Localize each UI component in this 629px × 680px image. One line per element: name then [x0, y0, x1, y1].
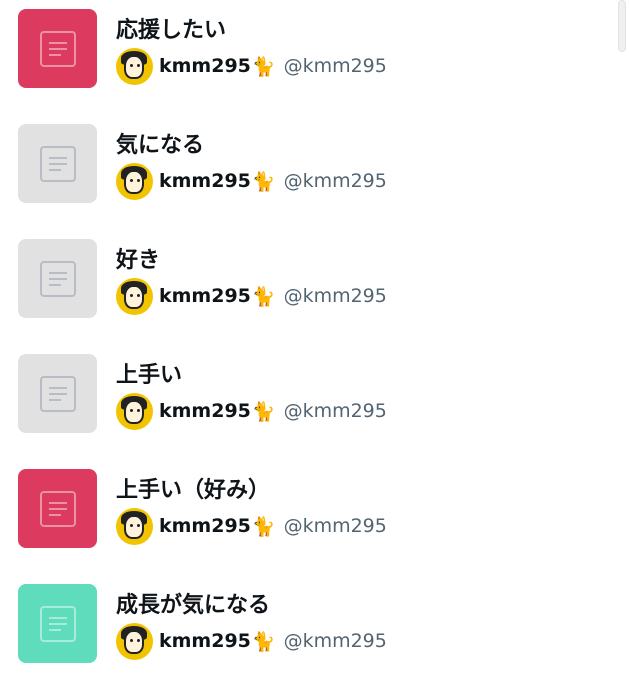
document-icon — [39, 490, 76, 527]
list-thumbnail[interactable] — [18, 354, 97, 433]
list-item[interactable]: 上手い（好み） kmm295 🐈 @kmm295 — [0, 460, 610, 560]
owner-display-name: kmm295 — [159, 630, 251, 652]
list-thumbnail[interactable] — [18, 124, 97, 203]
document-icon — [39, 145, 76, 182]
owner-display-name: kmm295 — [159, 170, 251, 192]
owner-display-name: kmm295 — [159, 400, 251, 422]
cat-emoji-icon: 🐈 — [251, 55, 276, 78]
list-owner[interactable]: kmm295 🐈 @kmm295 — [116, 277, 387, 315]
list-title[interactable]: 成長が気になる — [116, 587, 270, 619]
owner-display-name: kmm295 — [159, 55, 251, 77]
list-thumbnail[interactable] — [18, 9, 97, 88]
scrollbar[interactable] — [618, 0, 626, 52]
list-title[interactable]: 上手い — [116, 357, 182, 389]
cat-emoji-icon: 🐈 — [251, 285, 276, 308]
list-owner[interactable]: kmm295 🐈 @kmm295 — [116, 622, 387, 660]
document-icon — [39, 30, 76, 67]
list-thumbnail[interactable] — [18, 239, 97, 318]
list-title[interactable]: 気になる — [116, 127, 204, 159]
list-item[interactable]: 上手い kmm295 🐈 @kmm295 — [0, 345, 610, 445]
avatar[interactable] — [116, 507, 153, 545]
document-icon — [39, 605, 76, 642]
list-owner[interactable]: kmm295 🐈 @kmm295 — [116, 47, 387, 85]
list-title[interactable]: 上手い（好み） — [116, 472, 270, 504]
cat-emoji-icon: 🐈 — [251, 515, 276, 538]
owner-handle: @kmm295 — [283, 400, 387, 422]
cat-emoji-icon: 🐈 — [251, 400, 276, 423]
cat-emoji-icon: 🐈 — [251, 170, 276, 193]
owner-handle: @kmm295 — [283, 285, 387, 307]
list-owner[interactable]: kmm295 🐈 @kmm295 — [116, 162, 387, 200]
owner-display-name: kmm295 — [159, 515, 251, 537]
list-item[interactable]: 成長が気になる kmm295 🐈 @kmm295 — [0, 575, 610, 675]
list-owner[interactable]: kmm295 🐈 @kmm295 — [116, 392, 387, 430]
avatar[interactable] — [116, 162, 153, 200]
list-item[interactable]: 好き kmm295 🐈 @kmm295 — [0, 230, 610, 330]
list-thumbnail[interactable] — [18, 469, 97, 548]
list-owner[interactable]: kmm295 🐈 @kmm295 — [116, 507, 387, 545]
owner-handle: @kmm295 — [283, 55, 387, 77]
owner-handle: @kmm295 — [283, 630, 387, 652]
lists-list: 応援したい kmm295 🐈 @kmm295 気になる kmm295 🐈 @km… — [0, 0, 629, 680]
list-item[interactable]: 応援したい kmm295 🐈 @kmm295 — [0, 0, 610, 100]
list-item[interactable]: 気になる kmm295 🐈 @kmm295 — [0, 115, 610, 215]
avatar[interactable] — [116, 622, 153, 660]
list-title[interactable]: 好き — [116, 242, 160, 274]
cat-emoji-icon: 🐈 — [251, 630, 276, 653]
owner-handle: @kmm295 — [283, 170, 387, 192]
owner-display-name: kmm295 — [159, 285, 251, 307]
avatar[interactable] — [116, 392, 153, 430]
document-icon — [39, 260, 76, 297]
avatar[interactable] — [116, 47, 153, 85]
owner-handle: @kmm295 — [283, 515, 387, 537]
list-thumbnail[interactable] — [18, 584, 97, 663]
list-title[interactable]: 応援したい — [116, 12, 226, 44]
avatar[interactable] — [116, 277, 153, 315]
document-icon — [39, 375, 76, 412]
